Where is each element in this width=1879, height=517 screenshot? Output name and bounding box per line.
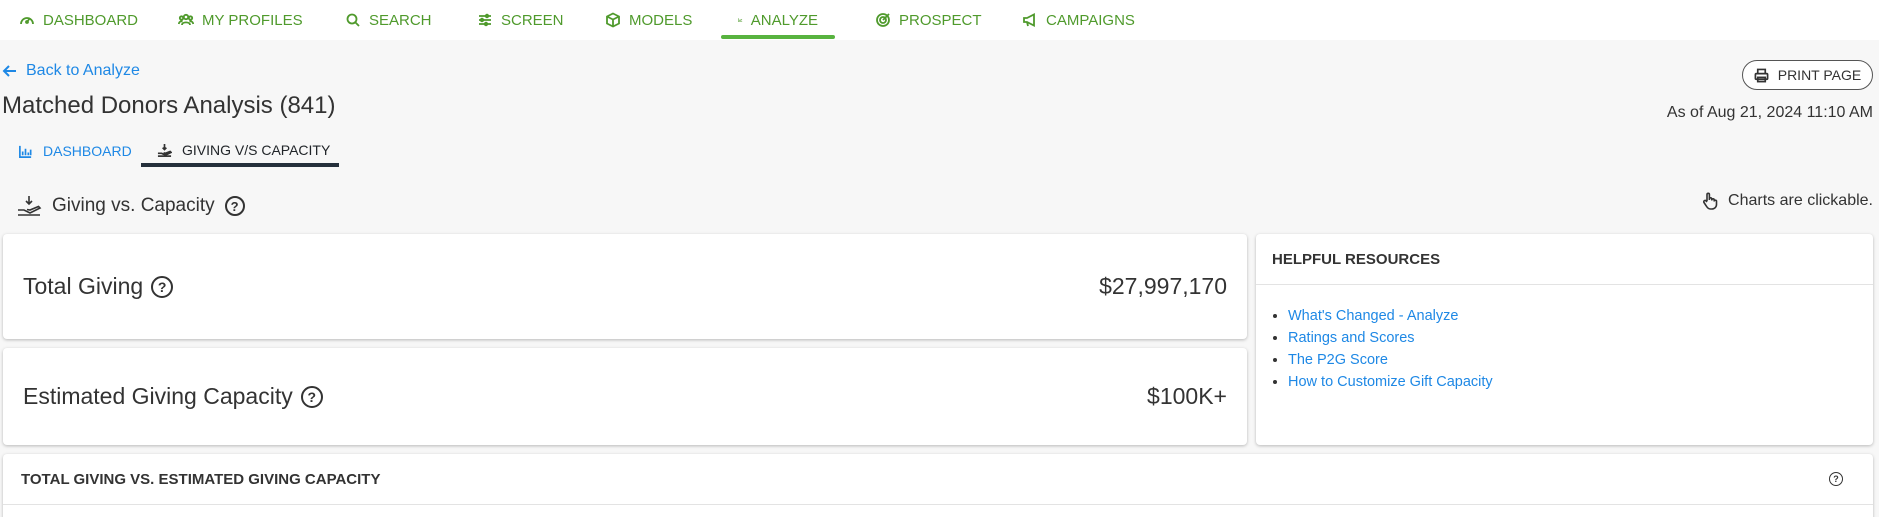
total-giving-label: Total Giving — [23, 273, 144, 299]
nav-analyze[interactable]: ANALYZE — [721, 0, 835, 40]
resources-title: HELPFUL RESOURCES — [1256, 234, 1873, 285]
resources-list: What's Changed - Analyze Ratings and Sco… — [1256, 285, 1873, 393]
list-item: Ratings and Scores — [1288, 327, 1873, 349]
tab-giving-label: GIVING V/S CAPACITY — [182, 142, 331, 158]
help-icon[interactable]: ? — [151, 275, 174, 298]
tab-dashboard[interactable]: DASHBOARD — [18, 137, 132, 165]
megaphone-icon — [1023, 13, 1035, 27]
capacity-label-group: Estimated Giving Capacity ? — [23, 383, 323, 410]
nav-prospect-label: PROSPECT — [899, 11, 982, 29]
nav-my-profiles[interactable]: MY PROFILES — [161, 0, 320, 40]
list-item: The P2G Score — [1288, 349, 1873, 371]
nav-dashboard[interactable]: DASHBOARD — [2, 0, 155, 40]
hand-coins-icon — [157, 143, 172, 157]
charts-clickable-note: Charts are clickable. — [1702, 192, 1873, 210]
tab-giving-vs-capacity[interactable]: GIVING V/S CAPACITY — [141, 137, 339, 167]
nav-screen[interactable]: SCREEN — [460, 0, 581, 40]
resource-link[interactable]: What's Changed - Analyze — [1288, 308, 1458, 324]
nav-campaigns-label: CAMPAIGNS — [1046, 11, 1135, 29]
nav-dashboard-label: DASHBOARD — [43, 11, 139, 29]
print-button-label: PRINT PAGE — [1777, 67, 1862, 83]
capacity-value: $100K+ — [1147, 383, 1227, 409]
total-giving-card[interactable]: Total Giving ? $27,997,170 — [3, 234, 1247, 339]
resource-link[interactable]: How to Customize Gift Capacity — [1288, 374, 1493, 390]
people-icon — [178, 13, 194, 26]
as-of-timestamp: As of Aug 21, 2024 11:10 AM — [1666, 104, 1873, 121]
list-item: How to Customize Gift Capacity — [1288, 371, 1873, 393]
section-header: Giving vs. Capacity ? — [16, 194, 245, 218]
hand-coins-icon — [18, 196, 42, 216]
panel-header: TOTAL GIVING VS. ESTIMATED GIVING CAPACI… — [3, 454, 1873, 505]
pointer-hand-icon — [1703, 192, 1718, 210]
search-icon — [346, 13, 360, 27]
help-icon[interactable]: ? — [1829, 472, 1843, 486]
giving-vs-capacity-panel: TOTAL GIVING VS. ESTIMATED GIVING CAPACI… — [3, 454, 1873, 517]
print-page-button[interactable]: PRINT PAGE — [1742, 60, 1873, 90]
page-title: Matched Donors Analysis (841) — [2, 92, 336, 119]
nav-screen-label: SCREEN — [501, 11, 564, 29]
capacity-label: Estimated Giving Capacity — [23, 383, 293, 409]
bar-chart-icon — [19, 145, 32, 158]
total-giving-value: $27,997,170 — [1099, 273, 1227, 299]
resource-link[interactable]: Ratings and Scores — [1288, 330, 1415, 346]
panel-title: TOTAL GIVING VS. ESTIMATED GIVING CAPACI… — [21, 470, 381, 488]
clickable-note-text: Charts are clickable. — [1728, 192, 1873, 209]
help-icon[interactable]: ? — [300, 385, 323, 408]
sliders-icon — [479, 13, 491, 27]
section-title: Giving vs. Capacity — [52, 195, 215, 216]
top-navigation: DASHBOARD MY PROFILES SEARCH SCREEN MODE… — [0, 0, 1879, 40]
arrow-left-icon — [2, 65, 16, 77]
nav-models[interactable]: MODELS — [588, 0, 709, 40]
list-item: What's Changed - Analyze — [1288, 305, 1873, 327]
printer-icon — [1754, 68, 1769, 82]
chart-line-icon — [738, 18, 743, 23]
back-to-analyze-link[interactable]: Back to Analyze — [2, 62, 140, 80]
total-giving-label-group: Total Giving ? — [23, 273, 174, 300]
nav-analyze-label: ANALYZE — [750, 11, 818, 29]
tab-dashboard-label: DASHBOARD — [43, 143, 132, 159]
speedometer-icon — [20, 17, 34, 25]
nav-models-label: MODELS — [629, 11, 693, 29]
resource-link[interactable]: The P2G Score — [1288, 352, 1388, 368]
estimated-capacity-card[interactable]: Estimated Giving Capacity ? $100K+ — [3, 348, 1247, 445]
cube-icon — [606, 12, 620, 28]
help-icon[interactable]: ? — [224, 196, 245, 216]
nav-search-label: SEARCH — [369, 11, 432, 29]
nav-campaigns[interactable]: CAMPAIGNS — [1005, 0, 1152, 40]
helpful-resources-panel: HELPFUL RESOURCES What's Changed - Analy… — [1256, 234, 1873, 445]
nav-search[interactable]: SEARCH — [328, 0, 449, 40]
target-icon — [876, 13, 890, 27]
nav-prospect[interactable]: PROSPECT — [858, 0, 999, 40]
back-link-label: Back to Analyze — [26, 62, 140, 79]
nav-my-profiles-label: MY PROFILES — [202, 11, 303, 29]
